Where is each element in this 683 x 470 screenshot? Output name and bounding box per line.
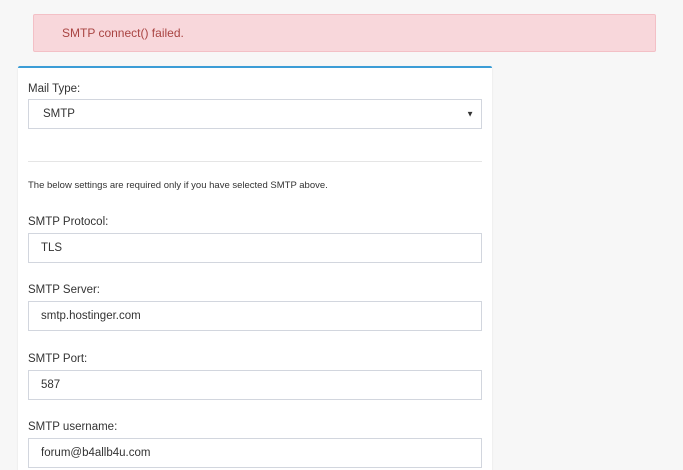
mail-type-selected-value: SMTP [43,108,75,120]
smtp-port-value: 587 [41,379,61,391]
smtp-port-input[interactable]: 587 [28,370,482,400]
smtp-username-input[interactable]: forum@b4allb4u.com [28,438,482,468]
smtp-server-label: SMTP Server: [28,284,100,296]
settings-panel: Mail Type: SMTP ▼ The below settings are… [18,66,492,470]
smtp-username-value: forum@b4allb4u.com [41,447,151,459]
smtp-protocol-value: TLS [41,242,63,254]
smtp-username-label: SMTP username: [28,421,118,433]
smtp-port-label: SMTP Port: [28,353,88,365]
error-alert-message: SMTP connect() failed. [62,26,184,40]
smtp-protocol-input[interactable]: TLS [28,233,482,263]
smtp-help-text: The below settings are required only if … [28,180,328,191]
smtp-server-value: smtp.hostinger.com [41,310,141,322]
error-alert: SMTP connect() failed. [33,14,656,52]
section-divider [28,161,482,162]
mail-type-select[interactable]: SMTP ▼ [28,99,482,129]
mail-type-label: Mail Type: [28,83,81,95]
page: SMTP connect() failed. Mail Type: SMTP ▼… [0,0,683,470]
smtp-server-input[interactable]: smtp.hostinger.com [28,301,482,331]
smtp-protocol-label: SMTP Protocol: [28,216,109,228]
caret-down-icon: ▼ [466,109,474,119]
